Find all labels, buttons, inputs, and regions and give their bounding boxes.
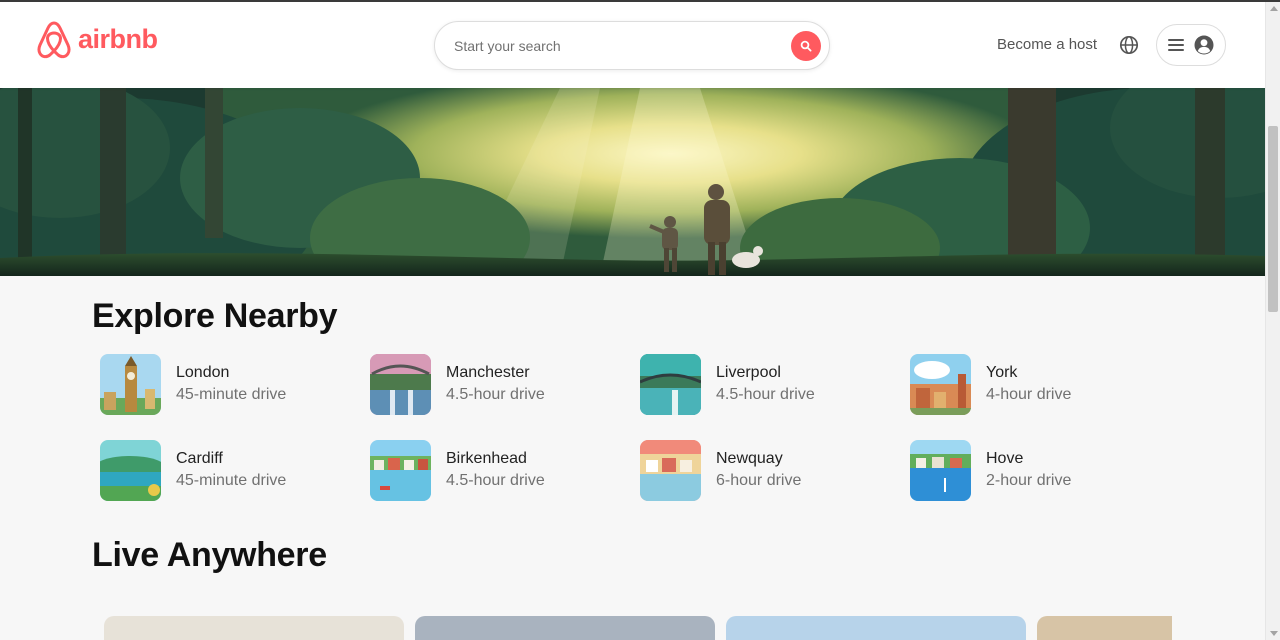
page: airbnb Become a host <box>0 0 1265 640</box>
place-distance: 4-hour drive <box>986 385 1072 403</box>
place-distance: 45-minute drive <box>176 385 287 403</box>
live-anywhere-card[interactable] <box>726 616 1026 640</box>
live-anywhere-title: Live Anywhere <box>92 536 327 574</box>
place-distance: 45-minute drive <box>176 471 287 489</box>
hamburger-menu-icon <box>1168 39 1184 51</box>
place-distance: 6-hour drive <box>716 471 802 489</box>
liverpool-thumbnail <box>640 353 701 415</box>
search-bar[interactable] <box>434 21 830 70</box>
search-button[interactable] <box>791 31 821 61</box>
globe-icon[interactable] <box>1119 35 1139 55</box>
become-host-link[interactable]: Become a host <box>997 36 1097 53</box>
place-card-york[interactable]: York 4-hour drive <box>910 353 1160 415</box>
cardiff-thumbnail <box>100 439 161 501</box>
place-name: Newquay <box>716 449 783 467</box>
place-name: London <box>176 363 230 381</box>
hove-thumbnail <box>910 439 971 501</box>
logo-text: airbnb <box>78 23 158 54</box>
place-distance: 2-hour drive <box>986 471 1072 489</box>
search-input[interactable] <box>454 35 774 57</box>
live-anywhere-card[interactable] <box>1037 616 1172 640</box>
place-card-london[interactable]: London 45-minute drive <box>100 353 350 415</box>
place-card-manchester[interactable]: Manchester 4.5-hour drive <box>370 353 620 415</box>
place-name: Manchester <box>446 363 530 381</box>
user-menu-button[interactable] <box>1156 24 1226 66</box>
page-scrollbar[interactable] <box>1265 2 1280 640</box>
newquay-thumbnail <box>640 439 701 501</box>
place-name: Birkenhead <box>446 449 527 467</box>
place-card-birkenhead[interactable]: Birkenhead 4.5-hour drive <box>370 439 620 501</box>
live-anywhere-cards <box>104 616 1172 640</box>
hero-banner <box>0 88 1265 276</box>
place-card-cardiff[interactable]: Cardiff 45-minute drive <box>100 439 350 501</box>
place-distance: 4.5-hour drive <box>716 385 815 403</box>
live-anywhere-card[interactable] <box>415 616 715 640</box>
airbnb-logo[interactable]: airbnb <box>36 20 158 60</box>
manchester-thumbnail <box>370 353 431 415</box>
place-card-liverpool[interactable]: Liverpool 4.5-hour drive <box>640 353 890 415</box>
search-icon <box>800 40 812 52</box>
scroll-up-arrow-icon[interactable] <box>1270 6 1278 11</box>
place-name: Cardiff <box>176 449 223 467</box>
window-top-border <box>0 0 1280 2</box>
place-card-hove[interactable]: Hove 2-hour drive <box>910 439 1160 501</box>
explore-nearby-title: Explore Nearby <box>92 297 338 335</box>
user-account-icon <box>1194 35 1214 55</box>
airbnb-logo-icon <box>37 21 71 59</box>
birkenhead-thumbnail <box>370 439 431 501</box>
scrollbar-thumb[interactable] <box>1268 126 1278 312</box>
york-thumbnail <box>910 353 971 415</box>
london-thumbnail <box>100 353 161 415</box>
scroll-down-arrow-icon[interactable] <box>1270 631 1278 636</box>
place-name: Liverpool <box>716 363 781 381</box>
place-card-newquay[interactable]: Newquay 6-hour drive <box>640 439 890 501</box>
place-distance: 4.5-hour drive <box>446 471 545 489</box>
place-name: York <box>986 363 1018 381</box>
place-distance: 4.5-hour drive <box>446 385 545 403</box>
place-name: Hove <box>986 449 1024 467</box>
live-anywhere-card[interactable] <box>104 616 404 640</box>
site-header: airbnb Become a host <box>0 2 1265 88</box>
hero-forest-illustration <box>0 88 1265 276</box>
